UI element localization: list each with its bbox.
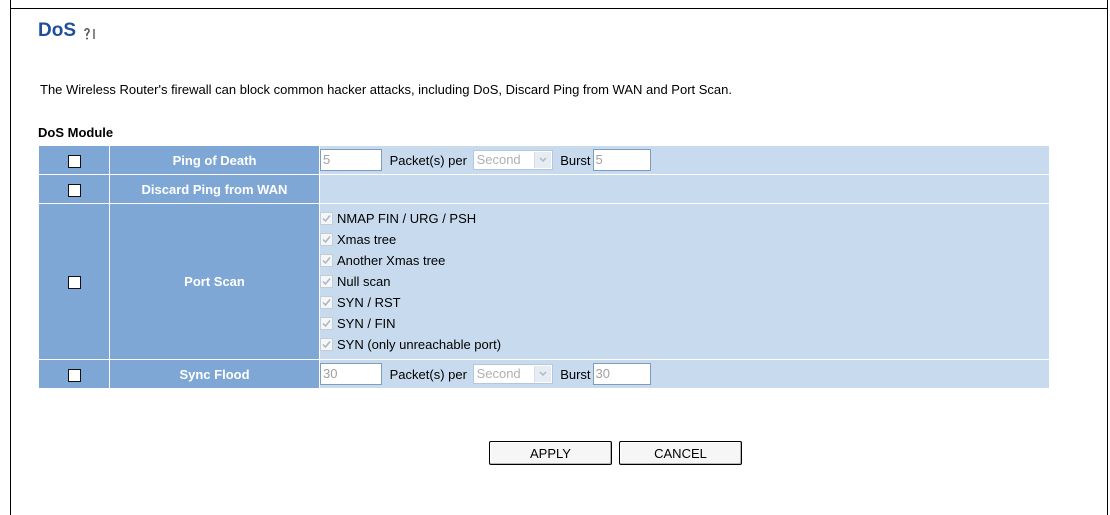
port-scan-option-label: Null scan [337,274,391,289]
port-scan-options: NMAP FIN / URG / PSH Xmas tree Another X… [320,204,1049,359]
sync-flood-per-label: Packet(s) per [389,366,467,382]
apply-button[interactable]: APPLY [489,441,612,465]
sync-flood-burst-label: Burst [560,366,591,382]
ping-of-death-burst-label: Burst [560,152,591,168]
port-scan-checkbox[interactable] [67,276,81,290]
checkmark-icon [320,296,333,309]
ping-of-death-label: Ping of Death [110,146,319,174]
row-port-scan: Port Scan NMAP FIN / URG / PSH Xmas tree… [39,204,1049,359]
ping-of-death-rate-input[interactable]: 5 [320,149,382,171]
page-title: DoS [38,20,76,41]
cancel-button[interactable]: CANCEL [619,441,742,465]
page-title-row: DoS [38,20,100,42]
page-description: The Wireless Router's firewall can block… [40,82,732,97]
port-scan-option-label: SYN / RST [337,295,401,310]
port-scan-option[interactable]: NMAP FIN / URG / PSH [320,208,1049,229]
chevron-down-icon [533,152,551,168]
ping-of-death-burst-input[interactable]: 5 [592,149,651,171]
checkmark-icon [320,338,333,351]
row-sync-flood: Sync Flood 30 Packet(s) per Second Burst… [39,360,1049,388]
discard-ping-checkbox[interactable] [67,183,81,197]
row-ping-of-death: Ping of Death 5 Packet(s) per Second Bur… [39,146,1049,174]
port-scan-option[interactable]: SYN / FIN [320,313,1049,334]
sync-flood-unit-select[interactable]: Second [472,364,553,384]
help-icon[interactable] [82,25,100,41]
checkmark-icon [320,212,333,225]
sync-flood-rate-input[interactable]: 30 [320,363,382,385]
dos-table: Ping of Death 5 Packet(s) per Second Bur… [38,145,1050,389]
checkmark-icon [320,317,333,330]
port-scan-option[interactable]: SYN (only unreachable port) [320,334,1049,355]
top-divider [11,8,1108,9]
ping-of-death-unit-select[interactable]: Second [472,150,553,170]
port-scan-label: Port Scan [110,204,319,359]
port-scan-option-label: NMAP FIN / URG / PSH [337,211,477,226]
ping-of-death-unit-value: Second [476,152,521,167]
ping-of-death-per-label: Packet(s) per [389,152,467,168]
sync-flood-label: Sync Flood [110,360,319,388]
port-scan-option-label: SYN / FIN [337,316,396,331]
port-scan-option[interactable]: Another Xmas tree [320,250,1049,271]
checkmark-icon [320,233,333,246]
sync-flood-unit-value: Second [476,366,521,381]
row-discard-ping: Discard Ping from WAN [39,175,1049,203]
ping-of-death-checkbox[interactable] [67,154,81,168]
sync-flood-burst-input[interactable]: 30 [592,363,651,385]
port-scan-option-label: SYN (only unreachable port) [337,337,502,352]
chevron-down-icon [533,366,551,382]
port-scan-option[interactable]: Null scan [320,271,1049,292]
port-scan-option-label: Xmas tree [337,232,397,247]
port-scan-option-label: Another Xmas tree [337,253,446,268]
dos-module-label: DoS Module [38,125,114,140]
port-scan-option[interactable]: Xmas tree [320,229,1049,250]
checkmark-icon [320,254,333,267]
checkmark-icon [320,275,333,288]
sync-flood-checkbox[interactable] [67,368,81,382]
discard-ping-label: Discard Ping from WAN [110,175,319,203]
port-scan-option[interactable]: SYN / RST [320,292,1049,313]
form-buttons: APPLY CANCEL [489,441,742,465]
